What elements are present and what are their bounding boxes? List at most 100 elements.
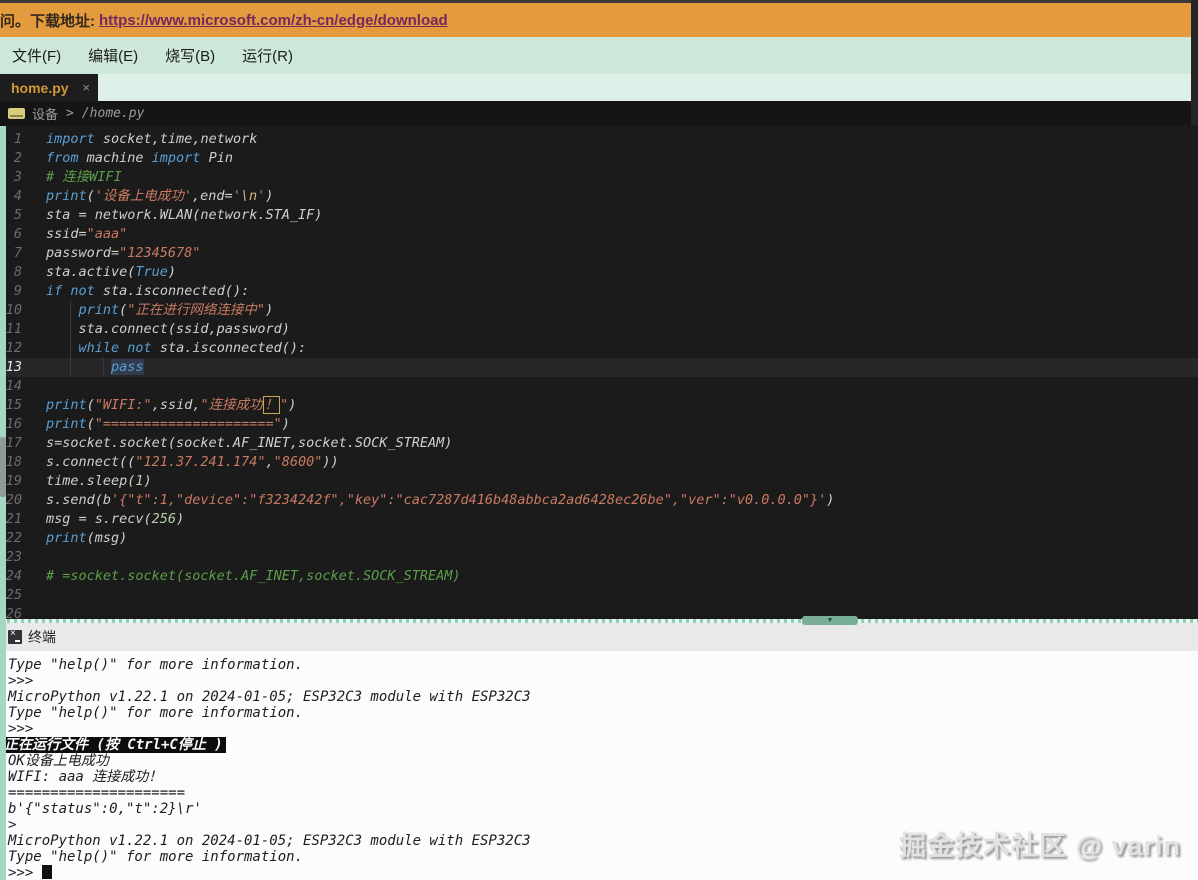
line-number: 26 [5,606,22,619]
code-line[interactable]: 22 print(msg) [0,529,1198,548]
code-line[interactable]: 20 s.send(b'{"t":1,"device":"f3234242f","… [0,491,1198,510]
line-number: 3 [13,169,22,185]
code-line[interactable]: 19 time.sleep(1) [0,472,1198,491]
tab-label: home.py [11,79,69,96]
code-text: s=socket.socket(socket.AF_INET,socket.SO… [46,435,453,451]
line-number: 18 [5,454,22,470]
code-line[interactable]: 15 print("WIFI:",ssid,"连接成功！ ") [0,396,1198,415]
code-line[interactable]: 26 [0,605,1198,619]
terminal-line: b'{"status":0,"t":2}\r' [8,801,202,817]
code-line[interactable]: 5 sta = network.WLAN(network.STA_IF) [0,206,1198,225]
code-text: sta.connect(ssid,password) [46,321,290,337]
terminal-line: WIFI: aaa 连接成功！ [8,769,163,785]
tab-strip: home.py × [0,74,1198,101]
terminal-line: >>> [8,865,1198,880]
indent-guide [103,358,104,377]
code-text: while not sta.isconnected(): [78,340,307,356]
line-number: 24 [5,568,22,584]
code-lines[interactable]: 1 import socket,time,network 2 from machine… [0,130,1198,619]
left-panel-strip[interactable] [0,126,6,880]
line-number: 20 [5,492,22,508]
code-text: time.sleep(1) [46,473,152,489]
code-line[interactable]: 12 while not sta.isconnected(): [0,339,1198,358]
code-line[interactable]: 13 pass [0,358,1198,377]
terminal-cursor [41,865,52,879]
code-text: password="12345678" [46,245,201,261]
code-line[interactable]: 18 s.connect(("121.37.241.174","8600")) [0,453,1198,472]
code-line[interactable]: 8 sta.active(True) [0,263,1198,282]
code-line[interactable]: 7 password="12345678" [0,244,1198,263]
line-number: 4 [13,188,22,204]
code-line[interactable]: 3 # 连接WIFI [0,168,1198,187]
tab-close-icon[interactable]: × [82,80,90,95]
terminal-line: Type "help()" for more information. [8,705,304,721]
breadcrumb-device[interactable]: 设备 [32,104,58,123]
code-text: # 连接WIFI [46,169,122,185]
code-line[interactable]: 17 s=socket.socket(socket.AF_INET,socket.… [0,434,1198,453]
code-text: s.send(b'{"t":1,"device":"f3234242f","ke… [46,492,835,508]
terminal-line: >>> [8,673,34,689]
code-text: if not sta.isconnected(): [46,283,250,299]
menu-item[interactable]: 编辑(E) [88,45,138,66]
code-text: pass [111,359,144,375]
line-number: 2 [13,150,22,166]
line-number: 21 [5,511,22,527]
menu-item[interactable]: 运行(R) [242,45,293,66]
breadcrumb-path[interactable]: /home.py [82,106,145,121]
code-line[interactable]: 6 ssid="aaa" [0,225,1198,244]
breadcrumb-separator: > [66,106,74,121]
panel-toggle-handle[interactable] [0,437,6,497]
code-line[interactable]: 24 # =socket.socket(socket.AF_INET,socket… [0,567,1198,586]
line-number: 5 [13,207,22,223]
code-text: s.connect(("121.37.241.174","8600")) [46,454,339,470]
code-line[interactable]: 11 sta.connect(ssid,password) [0,320,1198,339]
code-line[interactable]: 9 if not sta.isconnected(): [0,282,1198,301]
line-number: 7 [13,245,22,261]
code-text: print('设备上电成功',end='\n') [46,188,274,204]
code-text: import socket,time,network [46,131,258,147]
right-scroll-edge[interactable] [1191,0,1198,126]
terminal-header: 终端 [0,623,1198,651]
code-line[interactable]: 1 import socket,time,network [0,130,1198,149]
code-text: from machine import Pin [46,150,233,166]
line-number: 23 [5,549,22,565]
code-text: msg = s.recv(256) [46,511,185,527]
device-icon [8,108,25,119]
code-text: print("WIFI:",ssid,"连接成功！ ") [46,396,297,414]
code-line[interactable]: 25 [0,586,1198,605]
code-line[interactable]: 4 print('设备上电成功',end='\n') [0,187,1198,206]
download-link[interactable]: https://www.microsoft.com/zh-cn/edge/dow… [99,12,448,29]
code-text: # =socket.socket(socket.AF_INET,socket.S… [46,568,461,584]
line-number: 1 [13,131,22,147]
banner-text: 问。下载地址: [0,12,95,30]
code-line[interactable]: 23 [0,548,1198,567]
code-text: print(msg) [46,530,128,546]
code-editor[interactable]: 1 import socket,time,network 2 from machine… [0,126,1198,619]
line-number: 22 [5,530,22,546]
code-line[interactable]: 10 print("正在进行网络连接中") [0,301,1198,320]
splitter-grip[interactable]: ▼ [802,616,858,625]
code-text: sta.active(True) [46,264,177,280]
line-number: 15 [5,397,22,413]
line-number: 9 [13,283,22,299]
terminal-line: >>> [8,721,34,737]
code-line[interactable]: 21 msg = s.recv(256) [0,510,1198,529]
line-number: 16 [5,416,22,432]
menu-item[interactable]: 烧写(B) [165,45,215,66]
code-text: print("正在进行网络连接中") [78,302,274,318]
watermark: 掘金技术社区 @ varin [899,831,1181,861]
code-line[interactable]: 16 print("=====================") [0,415,1198,434]
terminal-line: ===================== [8,785,186,801]
app-window: 问。下载地址: https://www.microsoft.com/zh-cn/… [0,0,1198,880]
menu-item[interactable]: 文件(F) [12,45,61,66]
terminal-icon [8,628,22,644]
line-number: 25 [5,587,22,603]
download-notice-banner: 问。下载地址: https://www.microsoft.com/zh-cn/… [0,3,1198,37]
tab-home-py[interactable]: home.py × [0,74,98,101]
code-line[interactable]: 2 from machine import Pin [0,149,1198,168]
terminal-line: 正在运行文件 (按 Ctrl+C停止 ) [4,737,1198,753]
code-line[interactable]: 14 [0,377,1198,396]
terminal-title: 终端 [28,629,56,645]
